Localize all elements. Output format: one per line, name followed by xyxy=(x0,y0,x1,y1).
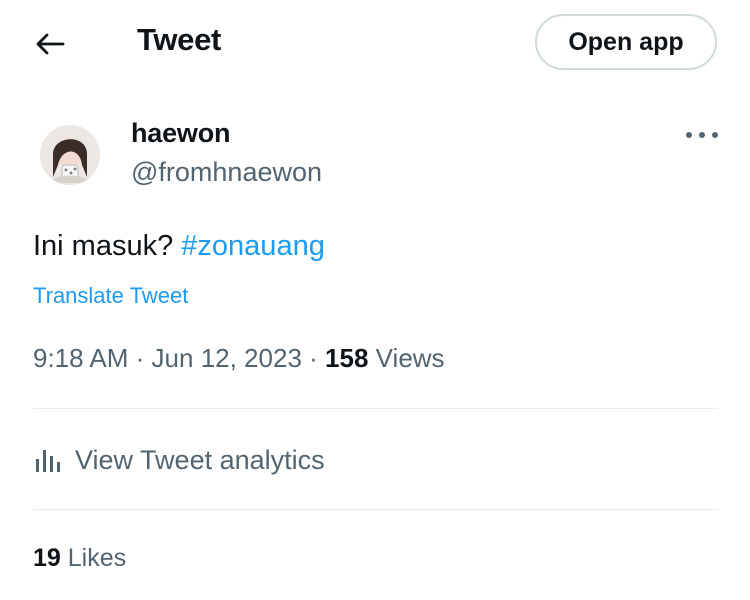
page-title: Tweet xyxy=(137,22,222,57)
views-label: Views xyxy=(375,343,445,373)
translate-tweet-link[interactable]: Translate Tweet xyxy=(33,283,188,309)
more-options-button[interactable] xyxy=(682,122,722,148)
divider xyxy=(33,408,718,409)
hashtag-link[interactable]: #zonauang xyxy=(181,230,325,262)
more-horizontal-icon xyxy=(686,132,718,138)
author-handle[interactable]: @fromhnaewon xyxy=(131,157,322,188)
views-count: 158 xyxy=(325,343,369,373)
divider xyxy=(33,509,718,510)
likes-count: 19 xyxy=(33,544,61,572)
back-button[interactable] xyxy=(28,24,72,64)
likes-link[interactable]: 19 Likes xyxy=(33,544,126,573)
likes-label: Likes xyxy=(67,544,127,572)
tweet-page: Tweet Open app haewon @fromhnaewon Ini m… xyxy=(0,0,750,600)
open-app-button[interactable]: Open app xyxy=(535,14,717,70)
bar-chart-icon xyxy=(36,450,60,472)
meta-separator: · xyxy=(309,343,318,373)
author-display-name[interactable]: haewon xyxy=(131,118,231,149)
view-analytics-label: View Tweet analytics xyxy=(75,444,325,475)
avatar[interactable] xyxy=(40,125,100,185)
arrow-left-icon xyxy=(36,33,65,55)
tweet-text: Ini masuk? #zonauang xyxy=(33,230,325,263)
meta-separator: · xyxy=(135,343,145,373)
tweet-date[interactable]: Jun 12, 2023 xyxy=(152,343,302,373)
tweet-time[interactable]: 9:18 AM xyxy=(33,343,128,373)
view-analytics-link[interactable]: View Tweet analytics xyxy=(33,440,325,480)
tweet-meta: 9:18 AM · Jun 12, 2023 · 158 Views xyxy=(33,343,445,374)
tweet-text-content: Ini masuk? xyxy=(33,230,174,262)
